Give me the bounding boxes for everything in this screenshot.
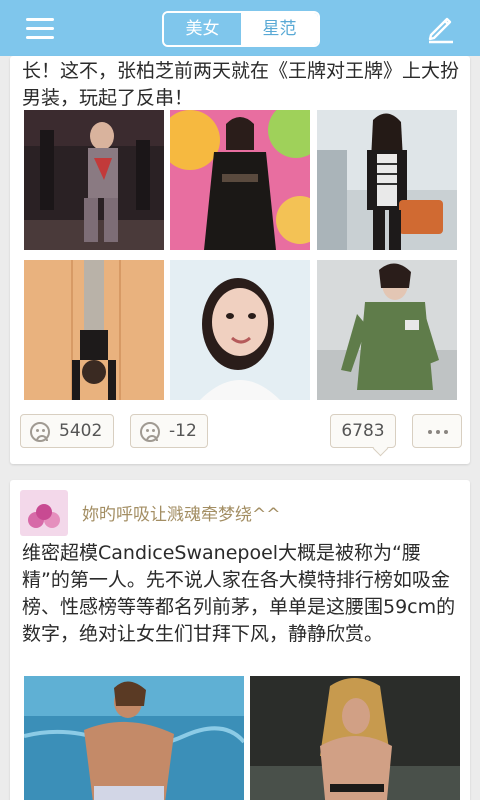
- post-text: 维密超模CandiceSwanepoel大概是被称为“腰精”的第一人。先不说人家…: [22, 542, 456, 645]
- comment-button[interactable]: 6783: [330, 414, 396, 448]
- post-image[interactable]: [24, 676, 244, 800]
- post-text: 长！这不，张柏芝前两天就在《王牌对王牌》上大扮男装，玩起了反串！: [22, 60, 460, 109]
- smile-face-icon: [30, 422, 50, 442]
- pencil-edit-icon[interactable]: [424, 12, 456, 44]
- dislike-button[interactable]: -12: [130, 414, 208, 448]
- comment-count: 6783: [341, 421, 385, 441]
- top-bar: 美女 星范: [0, 0, 480, 56]
- post-image[interactable]: [24, 110, 164, 250]
- post-image[interactable]: [317, 260, 457, 400]
- post-image[interactable]: [317, 110, 457, 250]
- post-card[interactable]: 长！这不，张柏芝前两天就在《王牌对王牌》上大扮男装，玩起了反串！ 5402 -1…: [10, 56, 470, 464]
- post-image[interactable]: [170, 110, 310, 250]
- post-image[interactable]: [24, 260, 164, 400]
- post-image[interactable]: [170, 260, 310, 400]
- post-image[interactable]: [250, 676, 460, 800]
- tab-meinv[interactable]: 美女: [164, 13, 241, 45]
- category-tabs: 美女 星范: [162, 11, 320, 47]
- post-card[interactable]: 妳旳呼吸让溅魂牵梦绕^^ 维密超模CandiceSwanepoel大概是被称为“…: [10, 480, 470, 800]
- avatar[interactable]: [20, 490, 68, 536]
- tab-xingfan[interactable]: 星范: [241, 13, 318, 45]
- sad-face-icon: [140, 422, 160, 442]
- like-button[interactable]: 5402: [20, 414, 114, 448]
- username[interactable]: 妳旳呼吸让溅魂牵梦绕^^: [82, 500, 281, 525]
- more-options-button[interactable]: [412, 414, 462, 448]
- dislike-count: -12: [169, 421, 197, 441]
- hamburger-menu-icon[interactable]: [26, 16, 56, 40]
- like-count: 5402: [59, 421, 103, 441]
